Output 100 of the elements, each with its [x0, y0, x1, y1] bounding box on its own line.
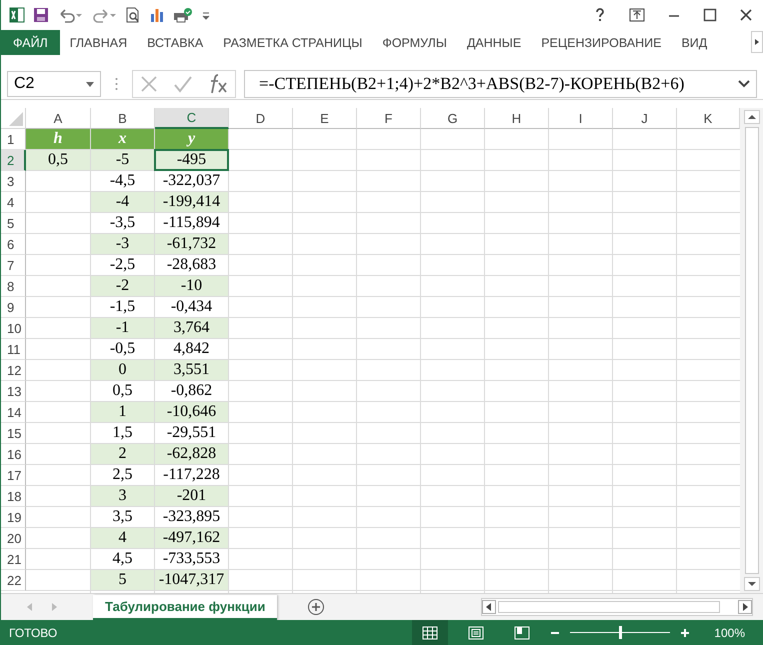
row-header[interactable]: 11	[1, 339, 26, 360]
row-header[interactable]: 9	[1, 297, 26, 318]
help-icon[interactable]	[593, 7, 607, 23]
scroll-down-icon[interactable]	[744, 577, 760, 591]
row-header[interactable]: 7	[1, 255, 26, 276]
ribbon-tab[interactable]: РАЗМЕТКА СТРАНИЦЫ	[213, 30, 372, 55]
row-header[interactable]: 17	[1, 465, 26, 486]
column-header[interactable]: K	[677, 108, 740, 129]
ribbon-tab[interactable]: ГЛАВНАЯ	[60, 30, 138, 55]
row-header[interactable]: 16	[1, 444, 26, 465]
table-cell: 5	[91, 570, 154, 590]
table-cell-text: -1,5	[108, 297, 136, 317]
formula-field[interactable]: =-СТЕПЕНЬ(B2+1;4)+2*B2^3+ABS(B2-7)-КОРЕНЬ(B2+6)	[244, 70, 757, 98]
expand-icon	[738, 80, 750, 88]
row-header[interactable]: 6	[1, 234, 26, 255]
table-cell: 0,5	[26, 150, 90, 170]
column-title-cell: h	[26, 129, 90, 149]
row-header[interactable]: 10	[1, 318, 26, 339]
table-cell-text: 3,5	[112, 507, 134, 527]
row-header[interactable]: 8	[1, 276, 26, 297]
row-header[interactable]: 20	[1, 528, 26, 549]
table-cell: -10,646	[155, 402, 228, 422]
row-header[interactable]: 14	[1, 402, 26, 423]
row-header[interactable]: 13	[1, 381, 26, 402]
ribbon-tab[interactable]: ВСТАВКА	[137, 30, 214, 55]
scroll-right-icon[interactable]	[738, 600, 752, 614]
table-cell: 3,551	[155, 360, 228, 380]
table-cell-text: -0,5	[108, 339, 136, 359]
print-preview-icon[interactable]	[125, 7, 141, 23]
save-icon[interactable]	[33, 7, 49, 23]
row-header[interactable]: 18	[1, 486, 26, 507]
table-cell-text: 0,5	[112, 381, 134, 401]
table-cell-text: -28,683	[166, 255, 218, 275]
table-cell: -495	[154, 149, 229, 171]
ribbon-tab[interactable]: ФАЙЛ	[1, 30, 60, 55]
maximize-icon[interactable]	[703, 8, 717, 22]
row-header[interactable]: 5	[1, 213, 26, 234]
printer-icon[interactable]	[173, 7, 193, 23]
excel-icon[interactable]	[9, 7, 25, 23]
table-cell: -5	[91, 150, 154, 170]
column-title-cell: y	[155, 129, 228, 149]
table-cell: -4	[91, 192, 154, 212]
normal-view-button[interactable]	[412, 620, 448, 645]
vertical-scrollbar[interactable]	[740, 108, 763, 593]
redo-icon[interactable]	[91, 7, 117, 23]
ribbon-tab[interactable]: ВИД	[671, 30, 718, 55]
table-cell-text: 2,5	[112, 465, 134, 485]
table-cell: 0	[91, 360, 154, 380]
table-cell: -61,732	[155, 234, 228, 254]
zoom-level[interactable]: 100%	[714, 626, 745, 640]
close-icon[interactable]	[739, 8, 753, 22]
table-cell: 2	[91, 444, 154, 464]
row-header[interactable]: 1	[1, 129, 26, 150]
name-box[interactable]: C2	[7, 71, 101, 97]
ribbon-tab[interactable]: ФОРМУЛЫ	[372, 30, 457, 55]
scroll-left-icon[interactable]	[482, 600, 496, 614]
row-header[interactable]: 4	[1, 192, 26, 213]
table-cell-text: -323,895	[162, 507, 222, 527]
table-cell-text: -0,862	[170, 381, 214, 401]
ribbon-tab[interactable]: ДАННЫЕ	[456, 30, 532, 55]
column-header[interactable]: C	[155, 108, 229, 129]
row-header[interactable]: 15	[1, 423, 26, 444]
scroll-up-icon[interactable]	[744, 110, 760, 124]
page-break-icon	[514, 626, 530, 640]
sheet-tab[interactable]: Табулирование функции	[93, 594, 278, 620]
table-cell: -497,162	[155, 528, 228, 548]
table-cell-text: -4,5	[108, 171, 136, 191]
row-header[interactable]: 19	[1, 507, 26, 528]
table-cell-text: -2,5	[108, 255, 136, 275]
table-cell: -199,414	[155, 192, 228, 212]
row-header[interactable]: 3	[1, 171, 26, 192]
zoom-in-icon[interactable]	[680, 628, 690, 638]
table-cell: -1	[91, 318, 154, 338]
zoom-slider-thumb[interactable]	[619, 626, 622, 638]
drag-handle-icon[interactable]	[115, 77, 118, 91]
scroll-right-icon[interactable]	[751, 31, 763, 53]
row-header[interactable]: 12	[1, 360, 26, 381]
table-cell: -10	[155, 276, 228, 296]
bar-chart-icon[interactable]	[149, 7, 165, 23]
table-cell-text: -115,894	[162, 213, 221, 233]
horizontal-scrollbar[interactable]	[481, 598, 753, 616]
table-cell: 1	[91, 402, 154, 422]
table-cell: -1047,317	[155, 570, 228, 590]
table-cell-text: -733,553	[162, 549, 222, 569]
table-cell-text: -3,5	[108, 213, 136, 233]
caret-icon	[86, 82, 94, 86]
add-sheet-icon[interactable]	[307, 598, 326, 616]
row-header[interactable]: 2	[1, 150, 26, 171]
table-cell-text: 4,5	[112, 549, 134, 569]
table-cell-text: 4,842	[172, 339, 210, 359]
check-icon[interactable]	[173, 74, 193, 94]
row-header[interactable]: 21	[1, 549, 26, 570]
table-cell-text: 1,5	[112, 423, 134, 443]
table-cell: -62,828	[155, 444, 228, 464]
ribbon-display-icon[interactable]	[629, 8, 645, 22]
ribbon-tab[interactable]: РЕЦЕНЗИРОВАНИЕ	[531, 30, 672, 55]
table-cell-text: -322,037	[162, 171, 222, 191]
table-cell-text: -0,434	[170, 297, 214, 317]
page-icon	[468, 626, 484, 640]
row-header[interactable]: 22	[1, 570, 26, 591]
